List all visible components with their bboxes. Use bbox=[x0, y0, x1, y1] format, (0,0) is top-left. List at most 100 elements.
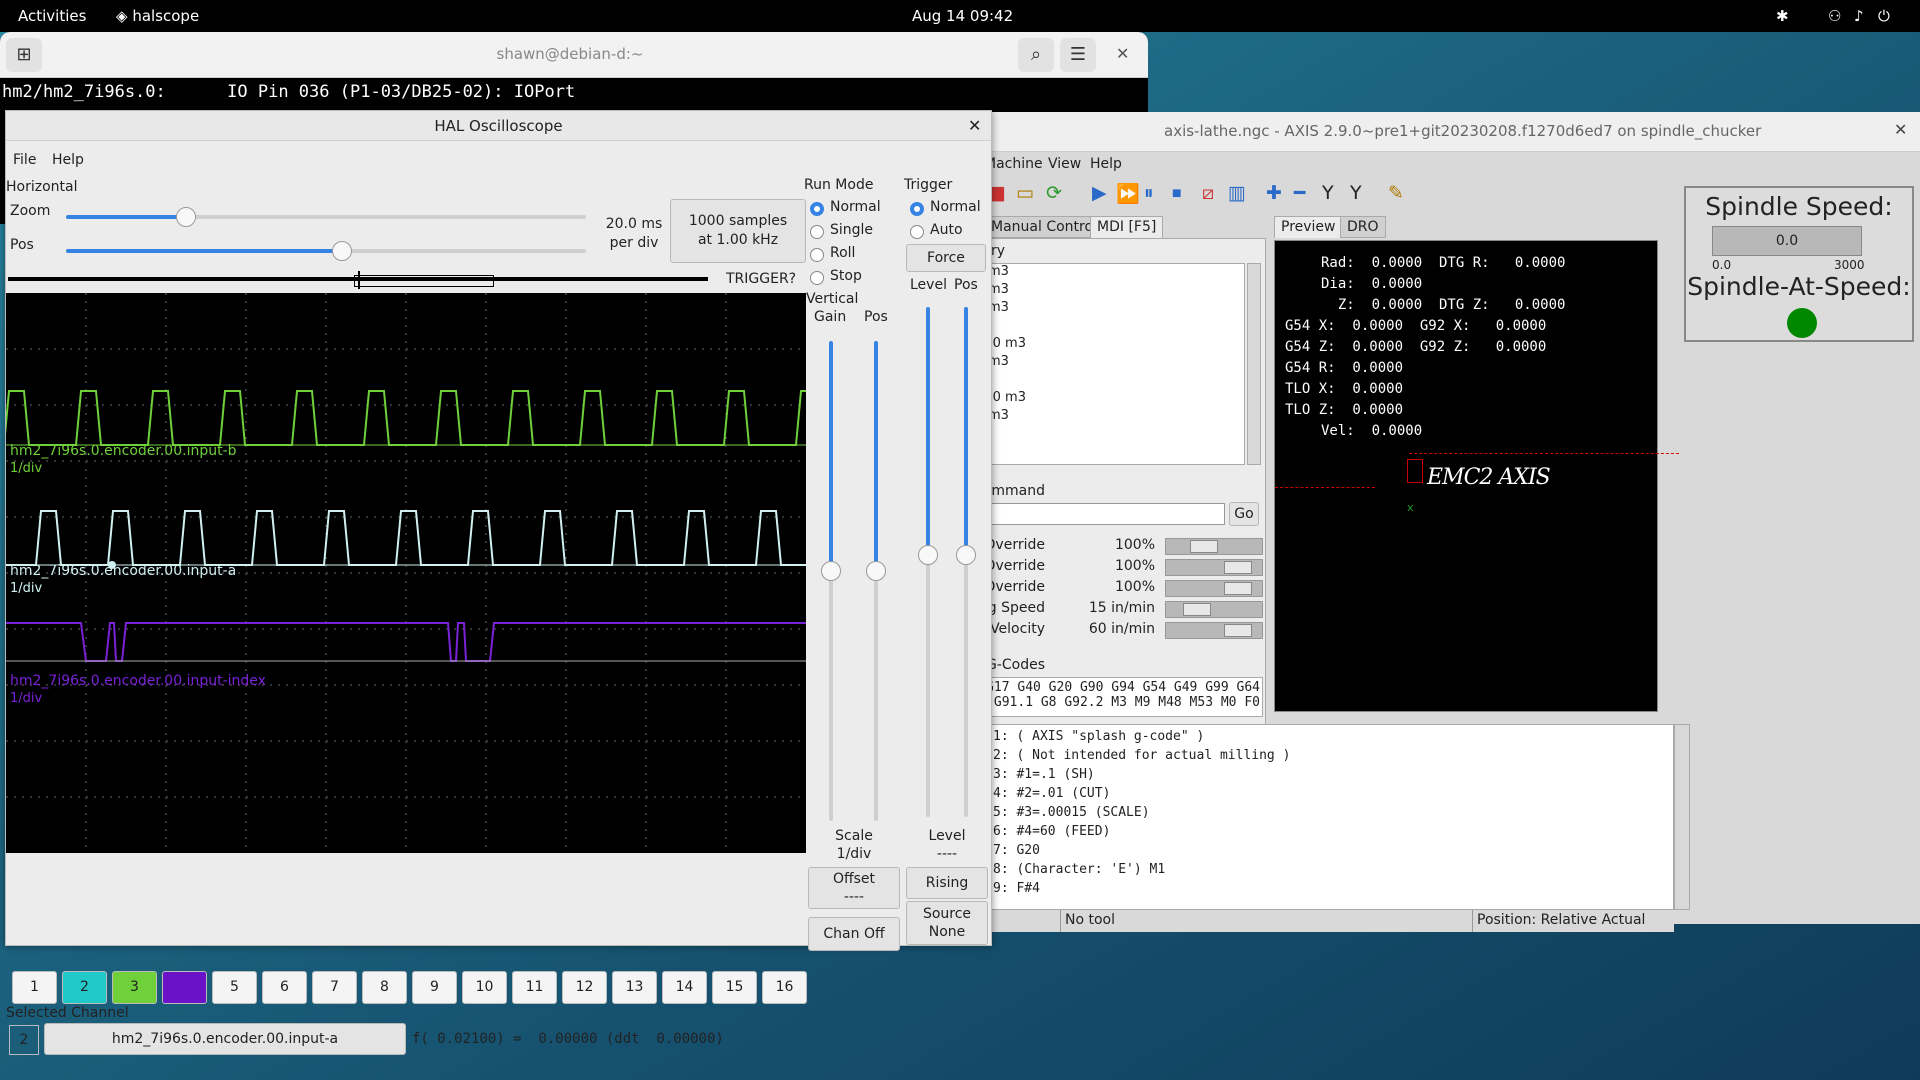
power-icon[interactable]: ⏻ bbox=[1878, 7, 1890, 25]
close-icon[interactable]: ✕ bbox=[1116, 44, 1129, 63]
force-button[interactable]: Force bbox=[906, 244, 986, 272]
channel-button-12[interactable]: 12 bbox=[562, 971, 607, 1004]
selected-channel-name-button[interactable]: hm2_7i96s.0.encoder.00.input-a bbox=[44, 1023, 406, 1055]
channel-button-11[interactable]: 11 bbox=[512, 971, 557, 1004]
override-slider-thumb[interactable] bbox=[1224, 561, 1252, 574]
mdi-command-input[interactable] bbox=[985, 503, 1225, 525]
override-slider[interactable] bbox=[1165, 580, 1263, 597]
history-item[interactable]: m3 bbox=[986, 300, 1026, 318]
hal-menu-help[interactable]: Help bbox=[52, 152, 84, 168]
menu-machine[interactable]: Machine bbox=[984, 156, 1043, 172]
history-list[interactable]: m3m3m3s100 m3m3s100 m3m3 bbox=[985, 263, 1245, 465]
history-item[interactable] bbox=[986, 372, 1026, 390]
history-item[interactable]: m3 bbox=[986, 282, 1026, 300]
level-slider[interactable] bbox=[918, 545, 938, 565]
preview-canvas[interactable]: Rad: 0.0000 DTG R: 0.0000 Dia: 0.0000 Z: … bbox=[1274, 240, 1679, 712]
reload-icon[interactable]: ⟳ bbox=[1046, 182, 1062, 204]
pos-slider[interactable] bbox=[332, 241, 352, 261]
network-icon[interactable]: ⚇ bbox=[1828, 7, 1841, 25]
channel-button-6[interactable]: 6 bbox=[262, 971, 307, 1004]
history-scrollbar[interactable] bbox=[1247, 263, 1261, 465]
channel-button-3[interactable]: 3 bbox=[112, 971, 157, 1004]
tab-mdi[interactable]: MDI [F5] bbox=[1090, 216, 1164, 238]
offset-button[interactable]: Offset ---- bbox=[808, 867, 900, 909]
source-button[interactable]: Source None bbox=[906, 901, 988, 945]
history-item[interactable]: m3 bbox=[986, 408, 1026, 426]
new-tab-icon[interactable]: ⊞ bbox=[6, 38, 42, 72]
override-slider-thumb[interactable] bbox=[1224, 624, 1252, 637]
run-mode-roll-radio[interactable] bbox=[810, 248, 824, 262]
view-y-icon[interactable]: Y bbox=[1322, 182, 1334, 204]
axis-close-icon[interactable]: ✕ bbox=[1894, 120, 1907, 139]
tab-preview[interactable]: Preview bbox=[1274, 216, 1343, 238]
run-mode-normal-radio[interactable] bbox=[810, 202, 824, 216]
override-slider-thumb[interactable] bbox=[1183, 603, 1211, 616]
vpos-slider[interactable] bbox=[866, 561, 886, 581]
zoom-slider[interactable] bbox=[176, 207, 196, 227]
run-mode-stop-radio[interactable] bbox=[810, 271, 824, 285]
rising-button[interactable]: Rising bbox=[906, 867, 988, 899]
level-slider-fill bbox=[926, 307, 930, 547]
channel-button-7[interactable]: 7 bbox=[312, 971, 357, 1004]
run-icon[interactable]: ▶ bbox=[1092, 182, 1107, 204]
channel-button-15[interactable]: 15 bbox=[712, 971, 757, 1004]
history-item[interactable]: s100 m3 bbox=[986, 336, 1026, 354]
gain-track bbox=[829, 571, 833, 821]
trigger-normal-radio[interactable] bbox=[910, 202, 924, 216]
history-item[interactable]: s100 m3 bbox=[986, 390, 1026, 408]
activities-button[interactable]: Activities bbox=[18, 7, 86, 25]
clock[interactable]: Aug 14 09:42 bbox=[912, 7, 1013, 25]
stop-icon[interactable]: ⏹ bbox=[1172, 182, 1182, 204]
search-icon[interactable]: ⌕ bbox=[1018, 38, 1054, 72]
view-y2-icon[interactable]: Y bbox=[1350, 182, 1362, 204]
tab-dro[interactable]: DRO bbox=[1340, 216, 1386, 238]
override-slider[interactable] bbox=[1165, 559, 1263, 576]
open-file-icon[interactable]: ▭ bbox=[1016, 182, 1034, 204]
step-icon[interactable]: ⏩ bbox=[1116, 182, 1140, 205]
pause-icon[interactable]: ⏸ bbox=[1144, 182, 1154, 204]
override-slider[interactable] bbox=[1165, 601, 1263, 618]
history-item[interactable]: m3 bbox=[986, 354, 1026, 372]
halscope-close-icon[interactable]: ✕ bbox=[968, 116, 981, 135]
samples-button[interactable]: 1000 samples at 1.00 kHz bbox=[670, 199, 806, 263]
override-value: 100% bbox=[1114, 558, 1155, 574]
channel-button-16[interactable]: 16 bbox=[762, 971, 807, 1004]
gcode-listing[interactable]: 1: ( AXIS "splash g-code" ) 2: ( Not inte… bbox=[984, 724, 1674, 910]
vpos-slider-fill bbox=[874, 341, 878, 571]
channel-button-1[interactable]: 1 bbox=[12, 971, 57, 1004]
history-item[interactable]: m3 bbox=[986, 264, 1026, 282]
accessibility-icon[interactable]: ✱ bbox=[1776, 7, 1789, 25]
menu-view[interactable]: View bbox=[1048, 156, 1081, 172]
optional-stop-icon[interactable]: ▥ bbox=[1228, 182, 1246, 204]
volume-icon[interactable]: ♪ bbox=[1854, 7, 1864, 25]
hal-menu-file[interactable]: File bbox=[13, 152, 36, 168]
channel-button-2[interactable]: 2 bbox=[62, 971, 107, 1004]
zoom-in-icon[interactable]: ✚ bbox=[1266, 182, 1282, 204]
override-slider[interactable] bbox=[1165, 622, 1263, 639]
block-delete-icon[interactable]: ⧄ bbox=[1202, 182, 1214, 204]
override-slider-thumb[interactable] bbox=[1190, 540, 1218, 553]
channel-button-5[interactable]: 5 bbox=[212, 971, 257, 1004]
override-value: 100% bbox=[1114, 537, 1155, 553]
channel-button-8[interactable]: 8 bbox=[362, 971, 407, 1004]
menu-help[interactable]: Help bbox=[1090, 156, 1122, 172]
chan-off-button[interactable]: Chan Off bbox=[808, 917, 900, 951]
zoom-out-icon[interactable]: ━ bbox=[1294, 182, 1305, 204]
gcode-scrollbar[interactable] bbox=[1674, 724, 1690, 910]
channel-button-10[interactable]: 10 bbox=[462, 971, 507, 1004]
app-menu[interactable]: ◈ halscope bbox=[116, 7, 199, 25]
go-button[interactable]: Go bbox=[1229, 502, 1259, 526]
history-item[interactable] bbox=[986, 318, 1026, 336]
channel-button-4[interactable]: 4 bbox=[162, 971, 207, 1004]
clear-plot-icon[interactable]: ✎ bbox=[1388, 182, 1404, 204]
tpos-slider[interactable] bbox=[956, 545, 976, 565]
run-mode-single-radio[interactable] bbox=[810, 225, 824, 239]
channel-button-9[interactable]: 9 bbox=[412, 971, 457, 1004]
menu-icon[interactable]: ☰ bbox=[1060, 38, 1096, 72]
trigger-auto-radio[interactable] bbox=[910, 225, 924, 239]
channel-button-13[interactable]: 13 bbox=[612, 971, 657, 1004]
channel-button-14[interactable]: 14 bbox=[662, 971, 707, 1004]
gain-slider[interactable] bbox=[821, 561, 841, 581]
override-slider-thumb[interactable] bbox=[1224, 582, 1252, 595]
override-slider[interactable] bbox=[1165, 538, 1263, 555]
